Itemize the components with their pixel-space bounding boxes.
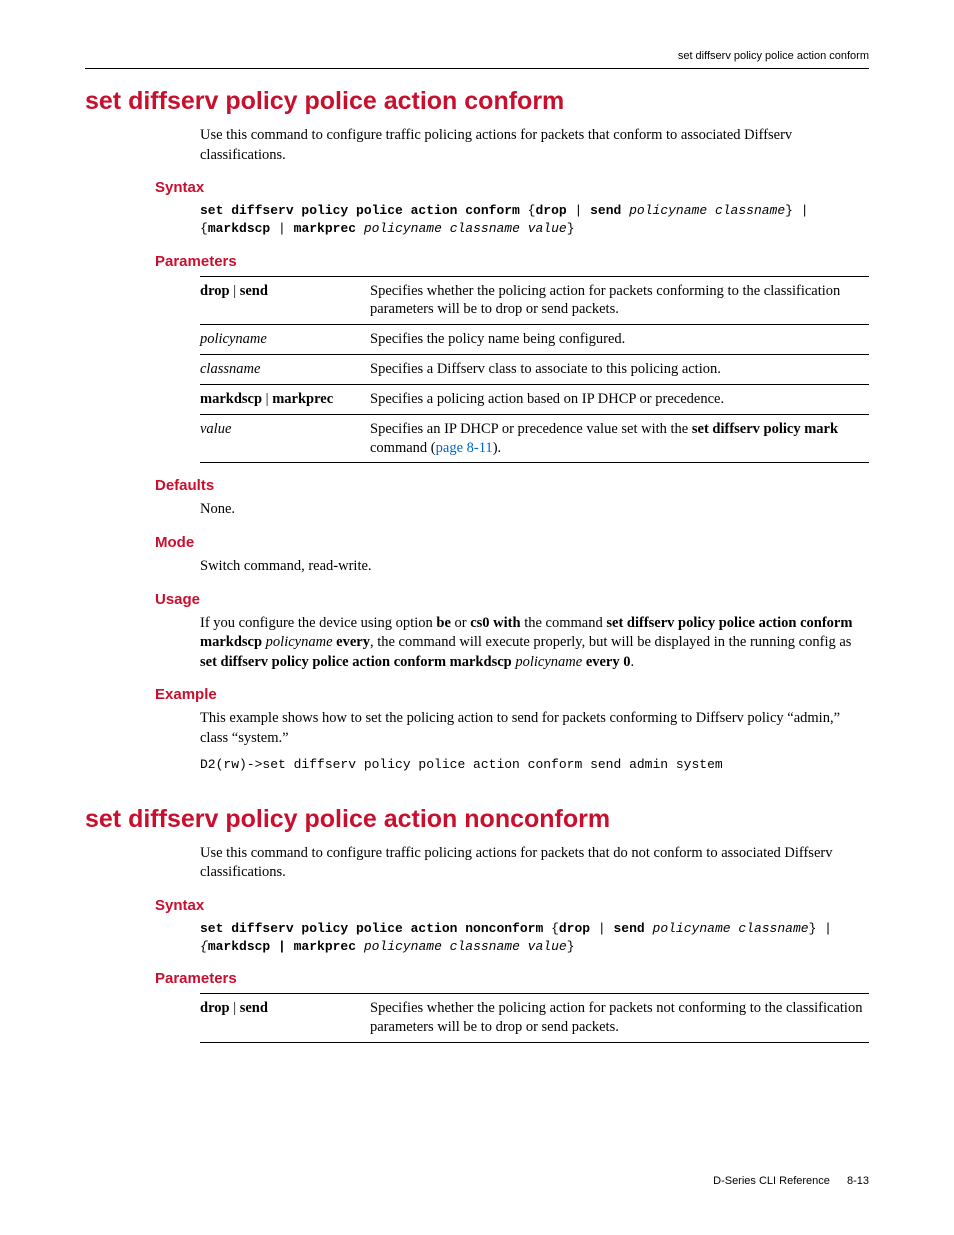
syntax2-brace: { — [200, 221, 208, 236]
header-rule — [85, 68, 869, 69]
syntax2-sp — [356, 221, 364, 236]
example-heading: Example — [155, 686, 869, 703]
section2-intro: Use this command to configure traffic po… — [200, 844, 869, 883]
mode-body: Switch command, read-write. — [200, 557, 869, 577]
syntax-sp — [621, 203, 629, 218]
s2-sp — [645, 921, 653, 936]
example-intro: This example shows how to set the polici… — [200, 709, 869, 748]
syntax-code-2: set diffserv policy police action noncon… — [200, 920, 869, 956]
s2-end: } | — [809, 921, 840, 936]
usage-heading: Usage — [155, 591, 869, 608]
param-desc: Specifies a policing action based on IP … — [370, 384, 869, 414]
s2b-end: } — [567, 939, 575, 954]
parameters-table-2: drop | sendSpecifies whether the policin… — [200, 993, 869, 1043]
parameters-table-1: drop | sendSpecifies whether the policin… — [200, 276, 869, 464]
syntax-cmd: set diffserv policy police action confor… — [200, 203, 520, 218]
table-row: drop | sendSpecifies whether the policin… — [200, 994, 869, 1043]
syntax-send: send — [590, 203, 621, 218]
defaults-body: None. — [200, 500, 869, 520]
param-name: drop | send — [200, 276, 370, 325]
table-row: valueSpecifies an IP DHCP or precedence … — [200, 414, 869, 463]
section-title-nonconform: set diffserv policy police action noncon… — [85, 805, 869, 834]
mode-heading: Mode — [155, 534, 869, 551]
syntax2-pipe: | — [270, 221, 293, 236]
s2-args: policyname classname — [653, 921, 809, 936]
param-name: policyname — [200, 325, 370, 355]
syntax2-markprec: markprec — [294, 221, 356, 236]
param-name: classname — [200, 355, 370, 385]
param-desc: Specifies whether the policing action fo… — [370, 276, 869, 325]
s2-send: send — [614, 921, 645, 936]
s2b-mark: markdscp | markprec — [208, 939, 356, 954]
syntax-code-1: set diffserv policy police action confor… — [200, 202, 869, 238]
syntax-heading-1: Syntax — [155, 179, 869, 196]
table-row: markdscp | markprecSpecifies a policing … — [200, 384, 869, 414]
table-row: policynameSpecifies the policy name bein… — [200, 325, 869, 355]
syntax-end: } | — [785, 203, 816, 218]
s2-cmd: set diffserv policy police action noncon… — [200, 921, 543, 936]
syntax-brace: { — [520, 203, 536, 218]
param-desc: Specifies an IP DHCP or precedence value… — [370, 414, 869, 463]
s2b-sp — [356, 939, 364, 954]
s2-brace: { — [543, 921, 559, 936]
param-desc: Specifies whether the policing action fo… — [370, 994, 869, 1043]
table-row: drop | sendSpecifies whether the policin… — [200, 276, 869, 325]
page-footer: D-Series CLI Reference 8-13 — [713, 1175, 869, 1187]
param-name: value — [200, 414, 370, 463]
usage-body: If you configure the device using option… — [200, 614, 869, 673]
footer-page: 8-13 — [847, 1175, 869, 1187]
syntax2-end: } — [567, 221, 575, 236]
section-title-conform: set diffserv policy police action confor… — [85, 87, 869, 116]
s2b-brace: { — [200, 939, 208, 954]
param-name: markdscp | markprec — [200, 384, 370, 414]
syntax-pipe: | — [567, 203, 590, 218]
syntax-heading-2: Syntax — [155, 897, 869, 914]
defaults-heading: Defaults — [155, 477, 869, 494]
syntax2-markdscp: markdscp — [208, 221, 270, 236]
parameters-heading-2: Parameters — [155, 970, 869, 987]
running-header: set diffserv policy police action confor… — [85, 50, 869, 62]
parameters-heading-1: Parameters — [155, 253, 869, 270]
syntax-args: policyname classname — [629, 203, 785, 218]
s2-drop: drop — [559, 921, 590, 936]
param-desc: Specifies the policy name being configur… — [370, 325, 869, 355]
syntax-drop: drop — [535, 203, 566, 218]
footer-doc: D-Series CLI Reference — [713, 1175, 830, 1187]
example-code: D2(rw)->set diffserv policy police actio… — [200, 756, 869, 774]
s2b-args: policyname classname value — [364, 939, 567, 954]
param-desc: Specifies a Diffserv class to associate … — [370, 355, 869, 385]
param-name: drop | send — [200, 994, 370, 1043]
s2-pipe: | — [590, 921, 613, 936]
section1-intro: Use this command to configure traffic po… — [200, 126, 869, 165]
table-row: classnameSpecifies a Diffserv class to a… — [200, 355, 869, 385]
syntax2-args: policyname classname value — [364, 221, 567, 236]
